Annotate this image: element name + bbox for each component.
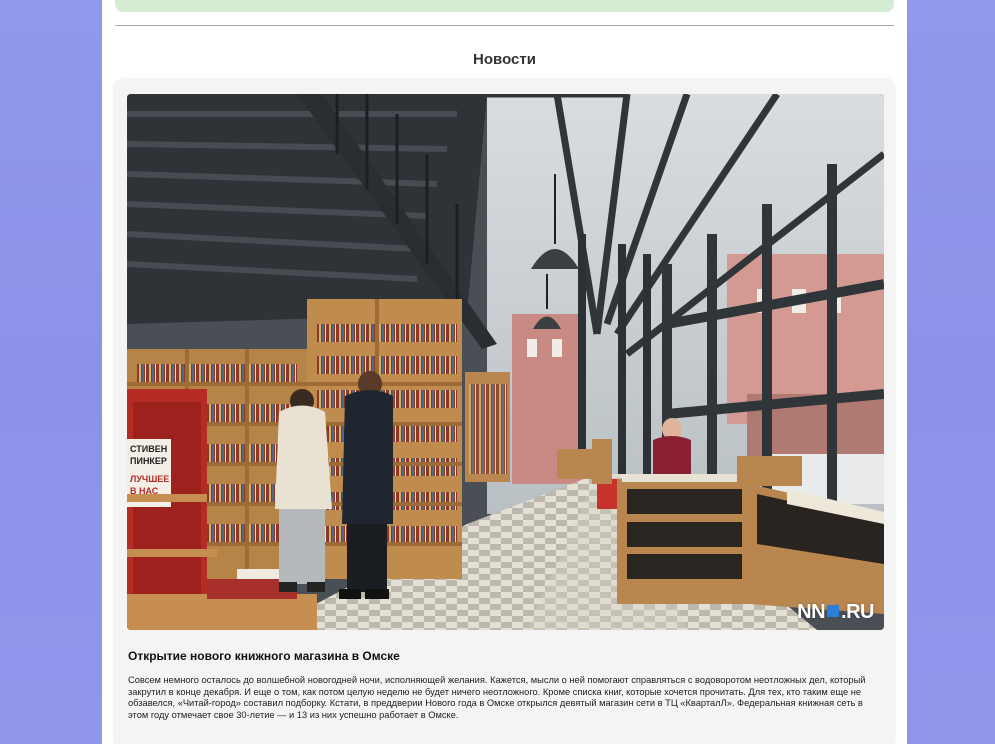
svg-text:ЛУЧШЕЕ: ЛУЧШЕЕ [130,474,169,484]
news-body: Совсем немного осталось до волшебной нов… [128,675,866,720]
bookstore-photo: СТИВЕН ПИНКЕР ЛУЧШЕЕ В НАС [127,94,884,630]
top-banner [115,0,894,12]
svg-text:ПИНКЕР: ПИНКЕР [130,456,167,466]
section-title: Новости [473,51,536,68]
divider [115,25,894,26]
news-image[interactable]: СТИВЕН ПИНКЕР ЛУЧШЕЕ В НАС NN .RU [127,94,884,630]
news-image-watermark: NN .RU [797,601,874,623]
news-card: СТИВЕН ПИНКЕР ЛУЧШЕЕ В НАС NN .RU Открыт… [115,80,894,744]
book-cover-text: СТИВЕН [130,444,167,454]
page-container: Новости СТИВЕН ПИНКЕР ЛУЧШЕЕ В НАС NN .R… [102,0,907,744]
news-headline[interactable]: Открытие нового книжного магазина в Омск… [128,649,885,663]
